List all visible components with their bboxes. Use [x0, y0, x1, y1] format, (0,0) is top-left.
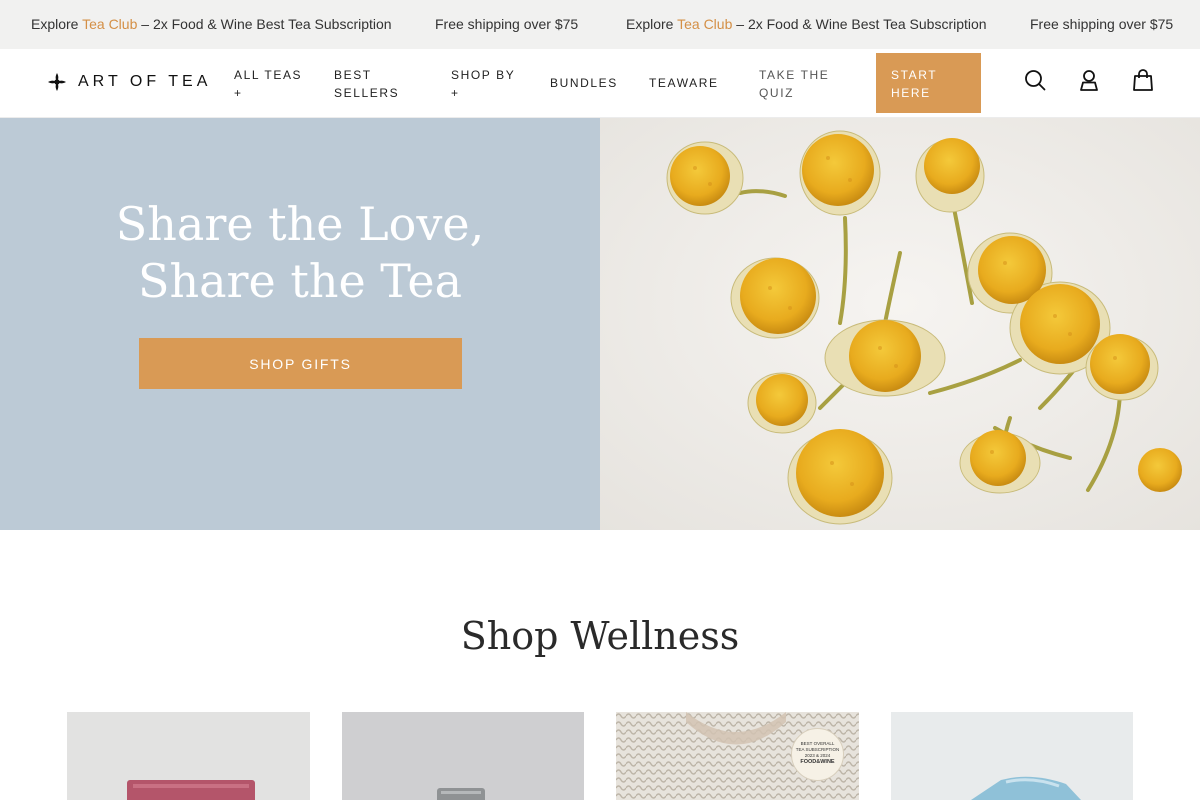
- product-card[interactable]: [342, 712, 584, 800]
- hero-image-chamomile: [600, 118, 1200, 530]
- food-wine-award-badge: BEST OVERALL TEA SUBSCRIPTION 2023 & 202…: [791, 728, 844, 781]
- button-label: Here: [891, 86, 931, 100]
- chamomile-flowers-image: [600, 118, 1200, 530]
- nav-label: Shop By: [451, 68, 516, 82]
- announcement-text: Explore: [626, 16, 678, 32]
- announcement-message: Free shipping over $75: [1030, 16, 1173, 32]
- search-icon[interactable]: [1024, 69, 1046, 91]
- nav-bundles[interactable]: Bundles: [550, 74, 618, 92]
- product-card[interactable]: BEST OVERALL TEA SUBSCRIPTION 2023 & 202…: [616, 712, 859, 800]
- nav-all-teas[interactable]: All Teas +: [234, 66, 302, 102]
- announcement-message: Free shipping over $75: [435, 16, 578, 32]
- cart-icon[interactable]: [1132, 69, 1154, 91]
- nav-label: All Teas: [234, 68, 303, 82]
- logo-text: ART OF TEA: [78, 73, 212, 90]
- tea-club-link[interactable]: Tea Club: [82, 16, 137, 32]
- nav-label: Take the: [759, 68, 830, 82]
- shipping-text: Free shipping over $75: [435, 16, 579, 32]
- product-image: [127, 780, 255, 800]
- nav-label: Teaware: [649, 76, 719, 90]
- hero-title-line: Share the Love,: [115, 197, 485, 251]
- nav-label: Best: [334, 68, 372, 82]
- product-image: [437, 788, 485, 800]
- shipping-text: Free shipping over $75: [1030, 16, 1174, 32]
- nav-label: Sellers: [334, 86, 400, 100]
- button-label: Start: [891, 68, 938, 82]
- nav-label: Quiz: [759, 86, 795, 100]
- product-image: [971, 776, 1081, 800]
- announcement-message: Explore Tea Club – 2x Food & Wine Best T…: [626, 16, 987, 32]
- nav-best-sellers[interactable]: Best Sellers: [334, 66, 399, 102]
- shop-gifts-button[interactable]: Shop Gifts: [139, 338, 462, 389]
- announcement-text: – 2x Food & Wine Best Tea Subscription: [137, 16, 392, 32]
- announcement-text: – 2x Food & Wine Best Tea Subscription: [732, 16, 987, 32]
- button-label: Shop Gifts: [249, 355, 352, 372]
- site-header: ART OF TEA All Teas + Best Sellers Shop …: [0, 49, 1200, 118]
- hero-banner: Share the Love, Share the Tea Shop Gifts: [0, 118, 600, 530]
- account-icon[interactable]: [1078, 69, 1100, 91]
- announcement-message: Explore Tea Club – 2x Food & Wine Best T…: [31, 16, 392, 32]
- plus-icon: +: [451, 86, 460, 100]
- nav-label: Bundles: [550, 76, 618, 90]
- plus-icon: +: [234, 86, 243, 100]
- tea-club-link[interactable]: Tea Club: [677, 16, 732, 32]
- nav-shop-by[interactable]: Shop By +: [451, 66, 515, 102]
- nav-take-the-quiz[interactable]: Take the Quiz: [759, 66, 829, 102]
- nav-teaware[interactable]: Teaware: [649, 74, 719, 92]
- logo-mark-icon: [48, 73, 66, 91]
- section-title-shop-wellness: Shop Wellness: [460, 614, 740, 658]
- hero-title: Share the Love, Share the Tea: [0, 196, 600, 310]
- announcement-text: Explore: [31, 16, 83, 32]
- hero-title-line: Share the Tea: [137, 254, 463, 308]
- announcement-bar: Explore Tea Club – 2x Food & Wine Best T…: [0, 0, 1200, 49]
- product-card[interactable]: [891, 712, 1133, 800]
- product-card[interactable]: [67, 712, 310, 800]
- start-here-button[interactable]: Start Here: [876, 53, 981, 113]
- badge-brand-text: FOOD&WINE: [800, 759, 835, 765]
- logo[interactable]: ART OF TEA: [48, 73, 211, 91]
